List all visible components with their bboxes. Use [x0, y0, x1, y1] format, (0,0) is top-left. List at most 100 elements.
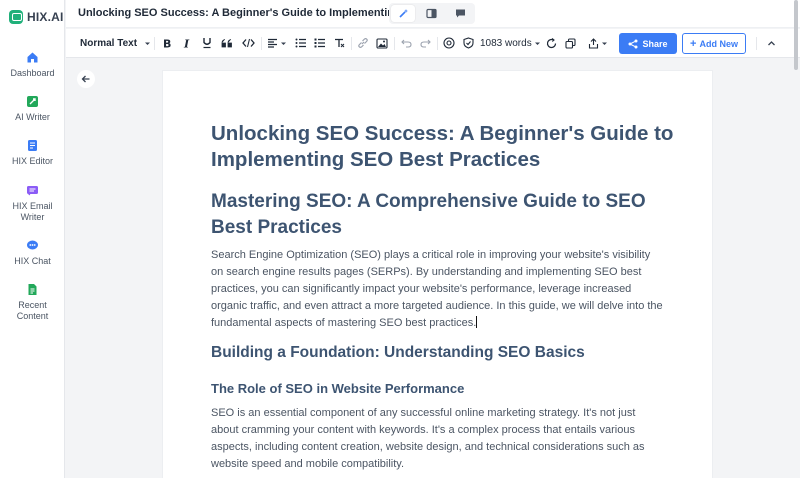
home-icon: [26, 50, 40, 64]
refresh-icon: [546, 37, 556, 48]
document-icon: [26, 282, 40, 296]
back-button[interactable]: [77, 70, 95, 88]
quote-button[interactable]: [220, 35, 234, 51]
chevron-up-icon: [767, 40, 775, 45]
export-select[interactable]: [587, 35, 609, 51]
chevron-down-icon: [602, 42, 607, 45]
editor-icon: [26, 138, 40, 152]
paragraph-text: Search Engine Optimization (SEO) plays a…: [211, 249, 663, 329]
align-select[interactable]: [266, 35, 288, 51]
chevron-down-icon: [534, 42, 540, 45]
image-icon: [376, 37, 388, 49]
quote-icon: [221, 39, 232, 48]
chevron-down-icon: [281, 42, 286, 45]
document-page[interactable]: Unlocking SEO Success: A Beginner's Guid…: [162, 70, 713, 478]
document-title-tab[interactable]: Unlocking SEO Success: A Beginner's Guid…: [78, 7, 403, 19]
numbered-list-icon: [295, 38, 306, 48]
email-icon: [26, 183, 40, 197]
code-button[interactable]: [240, 35, 256, 51]
bullet-list-icon: [314, 38, 325, 48]
svg-text:I: I: [183, 38, 190, 49]
bold-button[interactable]: B: [160, 35, 174, 51]
chat-panel-button[interactable]: [449, 5, 473, 22]
share-label: Share: [642, 38, 668, 49]
share-button[interactable]: Share: [619, 33, 677, 54]
at-circle-icon: [443, 37, 455, 49]
document-heading-4[interactable]: The Role of SEO in Website Performance: [211, 380, 681, 397]
toolbar-divider: [756, 37, 757, 50]
plus-icon: +: [690, 37, 697, 50]
redo-button[interactable]: [418, 35, 432, 51]
document-heading-1[interactable]: Unlocking SEO Success: A Beginner's Guid…: [211, 121, 681, 173]
sidebar-item-label: HIX Editor: [11, 156, 53, 166]
sidebar-item-label: AI Writer: [15, 112, 50, 122]
sidebar-item-label: Recent Content: [16, 300, 49, 321]
shield-icon: [462, 37, 474, 49]
document-paragraph[interactable]: SEO is an essential component of any suc…: [211, 405, 663, 473]
editor-toolbar: Normal Text B I 1083 words Share + Add N…: [66, 29, 800, 58]
add-new-label: Add New: [699, 38, 738, 49]
clear-format-button[interactable]: [332, 35, 346, 51]
sidebar-item-recent-content[interactable]: Recent Content: [0, 282, 65, 322]
toolbar-divider: [351, 37, 352, 50]
insert-image-button[interactable]: [375, 35, 389, 51]
sidebar-item-hix-chat[interactable]: HIX Chat: [0, 238, 65, 267]
document-heading-2[interactable]: Mastering SEO: A Comprehensive Guide to …: [211, 189, 651, 241]
undo-button[interactable]: [399, 35, 413, 51]
share-icon: [628, 39, 638, 48]
chat-bubble-icon: [456, 9, 466, 18]
sidebar-item-dashboard[interactable]: Dashboard: [0, 50, 65, 79]
italic-button[interactable]: I: [180, 35, 194, 51]
add-new-button[interactable]: + Add New: [682, 33, 746, 54]
word-count-select[interactable]: 1083 words: [480, 35, 541, 51]
code-icon: [241, 38, 255, 48]
sidebar: HIX.AI Dashboard AI Writer HIX Editor HI…: [0, 0, 65, 478]
document-paragraph[interactable]: Search Engine Optimization (SEO) plays a…: [211, 247, 663, 332]
text-cursor: [476, 316, 478, 328]
copy-button[interactable]: [563, 35, 577, 51]
svg-text:B: B: [163, 38, 171, 49]
logo[interactable]: HIX.AI: [9, 10, 64, 24]
split-panel-icon: [426, 8, 438, 19]
sidebar-item-ai-writer[interactable]: AI Writer: [0, 94, 65, 123]
refresh-button[interactable]: [544, 35, 558, 51]
bold-icon: B: [163, 38, 171, 49]
toolbar-divider: [437, 37, 438, 50]
bullet-list-button[interactable]: [313, 35, 327, 51]
clear-format-icon: [335, 38, 345, 48]
toolbar-divider: [261, 37, 262, 50]
top-bar: Unlocking SEO Success: A Beginner's Guid…: [66, 0, 800, 28]
sidebar-item-hix-email-writer[interactable]: HIX Email Writer: [0, 183, 65, 223]
numbered-list-button[interactable]: [294, 35, 308, 51]
insert-link-button[interactable]: [356, 35, 370, 51]
logo-text: HIX.AI: [27, 10, 64, 24]
sidebar-item-label: HIX Chat: [14, 256, 51, 266]
text-style-value: Normal Text: [80, 37, 138, 49]
chevron-down-icon: [145, 42, 151, 45]
view-mode-group: [389, 3, 475, 24]
redo-icon: [419, 39, 431, 48]
text-style-select[interactable]: Normal Text: [80, 35, 152, 51]
export-icon: [588, 37, 599, 49]
chat-icon: [26, 238, 40, 252]
collapse-toolbar-button[interactable]: [764, 35, 778, 51]
sidebar-item-label: HIX Email Writer: [12, 201, 53, 222]
split-view-button[interactable]: [420, 5, 444, 22]
link-icon: [358, 38, 368, 48]
arrow-left-icon: [81, 75, 90, 83]
underline-icon: [203, 38, 211, 49]
ai-detector-button[interactable]: [461, 35, 475, 51]
toolbar-divider: [394, 37, 395, 50]
ai-writer-icon: [26, 94, 40, 108]
hix-logo-icon: [9, 10, 23, 24]
toolbar-divider: [154, 37, 155, 50]
copy-icon: [564, 37, 576, 49]
magic-wand-icon: [399, 9, 408, 18]
ai-assist-mode-button[interactable]: [391, 5, 416, 22]
plagiarism-check-button[interactable]: [442, 35, 456, 51]
document-heading-3[interactable]: Building a Foundation: Understanding SEO…: [211, 343, 681, 363]
underline-button[interactable]: [200, 35, 214, 51]
page-scrollbar[interactable]: [794, 0, 798, 70]
sidebar-item-hix-editor[interactable]: HIX Editor: [0, 138, 65, 167]
italic-icon: I: [183, 38, 190, 49]
